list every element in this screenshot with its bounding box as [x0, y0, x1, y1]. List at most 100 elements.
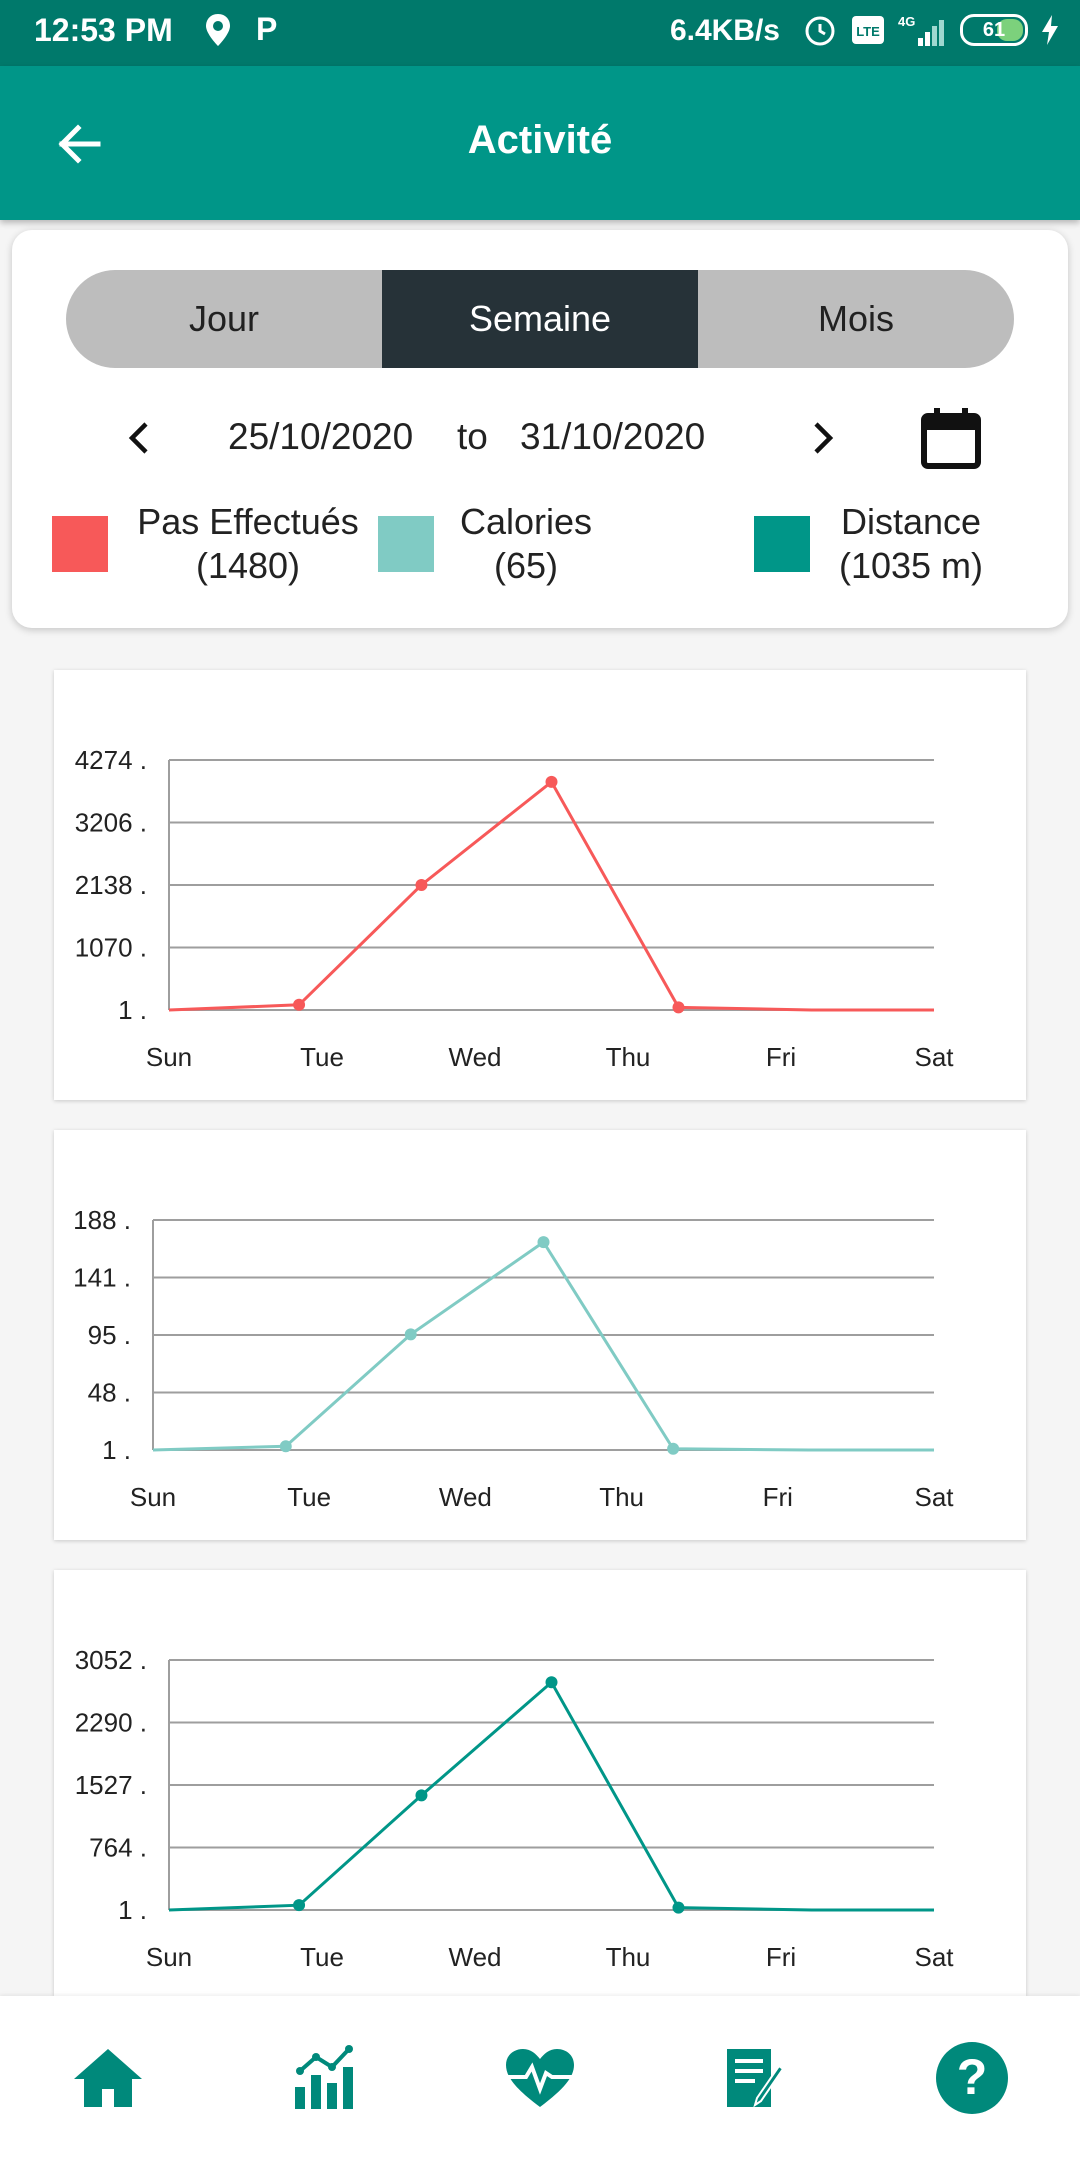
distance-chart-card: 3052 . 2290 . 1527 . 764 . 1 . Sun Tue Wed Thu Fr… — [54, 1570, 1026, 1996]
y-tick-label: 3206 . — [75, 808, 147, 838]
chevron-right-icon[interactable] — [802, 418, 842, 458]
legend-steps: Pas Effectués (1480) — [118, 500, 378, 588]
data-point — [293, 1899, 306, 1912]
x-tick-label: Thu — [599, 1482, 644, 1512]
charging-icon — [1042, 15, 1058, 45]
x-tick-label: Sat — [914, 1482, 954, 1512]
notes-icon — [727, 2049, 785, 2108]
x-tick-label: Fri — [766, 1942, 796, 1972]
legend-distance: Distance (1035 m) — [820, 500, 1002, 588]
y-tick-label: 1 . — [118, 995, 147, 1025]
x-tick-label: Sat — [914, 1042, 954, 1072]
date-end: 31/10/2020 — [520, 416, 706, 457]
calories-chart-card: 188 . 141 . 95 . 48 . 1 . Sun Tue Wed Thu Fri Sat — [54, 1130, 1026, 1540]
x-tick-label: Thu — [606, 1042, 651, 1072]
filter-card: Jour Semaine Mois 25/10/2020 to 31/10/20… — [12, 230, 1068, 628]
legend-distance-value: (1035 m) — [838, 545, 984, 586]
y-tick-label: 1 . — [102, 1435, 131, 1465]
data-point — [672, 1901, 685, 1914]
battery-icon: 61 — [960, 14, 1028, 46]
legend-steps-value: (1480) — [195, 545, 301, 586]
y-tick-label: 48 . — [88, 1378, 131, 1408]
x-tick-label: Sun — [146, 1942, 192, 1972]
x-tick-label: Fri — [766, 1042, 796, 1072]
y-tick-label: 1527 . — [75, 1770, 147, 1800]
notification-icons: P — [200, 10, 290, 58]
data-point — [545, 775, 558, 788]
date-range-row: 25/10/2020 to 31/10/2020 — [12, 406, 1068, 470]
x-tick-label: Sun — [146, 1042, 192, 1072]
data-point — [672, 1001, 685, 1014]
battery-level: 61 — [982, 19, 1006, 41]
data-point — [415, 1789, 428, 1802]
tab-semaine[interactable]: Semaine — [382, 270, 698, 368]
y-tick-label: 3052 . — [75, 1645, 147, 1675]
legend-swatch-distance — [754, 516, 810, 572]
svg-text:?: ? — [957, 2049, 988, 2105]
legend-calories: Calories (65) — [444, 500, 608, 588]
y-tick-label: 95 . — [88, 1320, 131, 1350]
nav-stats[interactable] — [264, 2018, 384, 2138]
alarm-icon — [805, 16, 835, 46]
y-tick-label: 1070 . — [75, 933, 147, 963]
svg-text:P: P — [256, 11, 277, 47]
nav-journal[interactable] — [696, 2018, 816, 2138]
steps-chart: 4274 . 3206 . 2138 . 1070 . 1 . Sun Tue Wed Thu F… — [75, 745, 955, 1072]
status-time: 12:53 PM — [34, 12, 173, 48]
y-tick-label: 1 . — [118, 1895, 147, 1925]
distance-chart: 3052 . 2290 . 1527 . 764 . 1 . Sun Tue Wed Thu Fr… — [75, 1645, 955, 1972]
tab-jour[interactable]: Jour — [66, 270, 382, 368]
x-tick-label: Wed — [449, 1942, 502, 1972]
legend-distance-label: Distance — [840, 501, 982, 542]
stats-icon — [295, 2045, 353, 2109]
heart-pulse-icon — [506, 2049, 574, 2107]
x-tick-label: Fri — [763, 1482, 793, 1512]
bottom-navigation: ? — [0, 1996, 1080, 2160]
home-icon — [74, 2049, 142, 2107]
nav-help[interactable]: ? — [912, 2018, 1032, 2138]
x-tick-label: Wed — [449, 1042, 502, 1072]
legend-swatch-steps — [52, 516, 108, 572]
data-point — [537, 1236, 550, 1249]
date-separator: to — [457, 416, 488, 457]
nav-health[interactable] — [480, 2018, 600, 2138]
legend-calories-value: (65) — [493, 545, 559, 586]
x-tick-label: Sun — [130, 1482, 176, 1512]
signal-icon: 4G — [898, 14, 944, 46]
steps-chart-card: 4274 . 3206 . 2138 . 1070 . 1 . Sun Tue Wed Thu F… — [54, 670, 1026, 1100]
x-tick-label: Tue — [300, 1042, 344, 1072]
date-start: 25/10/2020 — [228, 416, 414, 457]
legend-swatch-calories — [378, 516, 434, 572]
data-point — [415, 878, 428, 891]
x-tick-label: Wed — [439, 1482, 492, 1512]
calories-chart: 188 . 141 . 95 . 48 . 1 . Sun Tue Wed Thu Fri Sat — [73, 1205, 954, 1512]
x-tick-label: Sat — [914, 1942, 954, 1972]
calendar-icon[interactable] — [918, 406, 984, 472]
period-selector: Jour Semaine Mois — [66, 270, 1014, 368]
notification-icon: P — [206, 11, 277, 47]
data-point — [404, 1328, 417, 1341]
data-point — [279, 1440, 292, 1453]
nav-home[interactable] — [48, 2018, 168, 2138]
legend-calories-label: Calories — [459, 501, 593, 542]
status-right-icons: LTE 4G 61 — [802, 12, 1060, 48]
data-point — [545, 1676, 558, 1689]
svg-text:LTE: LTE — [856, 24, 880, 39]
series-line — [168, 779, 934, 1012]
chevron-left-icon[interactable] — [120, 418, 160, 458]
app-bar: Activité — [0, 66, 1080, 220]
series-line — [168, 1679, 934, 1912]
network-type: 4G — [898, 14, 915, 29]
volte-icon: LTE — [852, 16, 884, 44]
x-tick-label: Tue — [300, 1942, 344, 1972]
series-line — [152, 1239, 934, 1452]
y-tick-label: 4274 . — [75, 745, 147, 775]
data-point — [667, 1442, 680, 1455]
help-icon: ? — [936, 2042, 1008, 2114]
network-speed: 6.4KB/s — [669, 14, 780, 47]
x-tick-label: Tue — [287, 1482, 331, 1512]
y-tick-label: 141 . — [73, 1263, 131, 1293]
y-tick-label: 2138 . — [75, 870, 147, 900]
tab-mois[interactable]: Mois — [698, 270, 1014, 368]
page-title: Activité — [467, 118, 613, 162]
